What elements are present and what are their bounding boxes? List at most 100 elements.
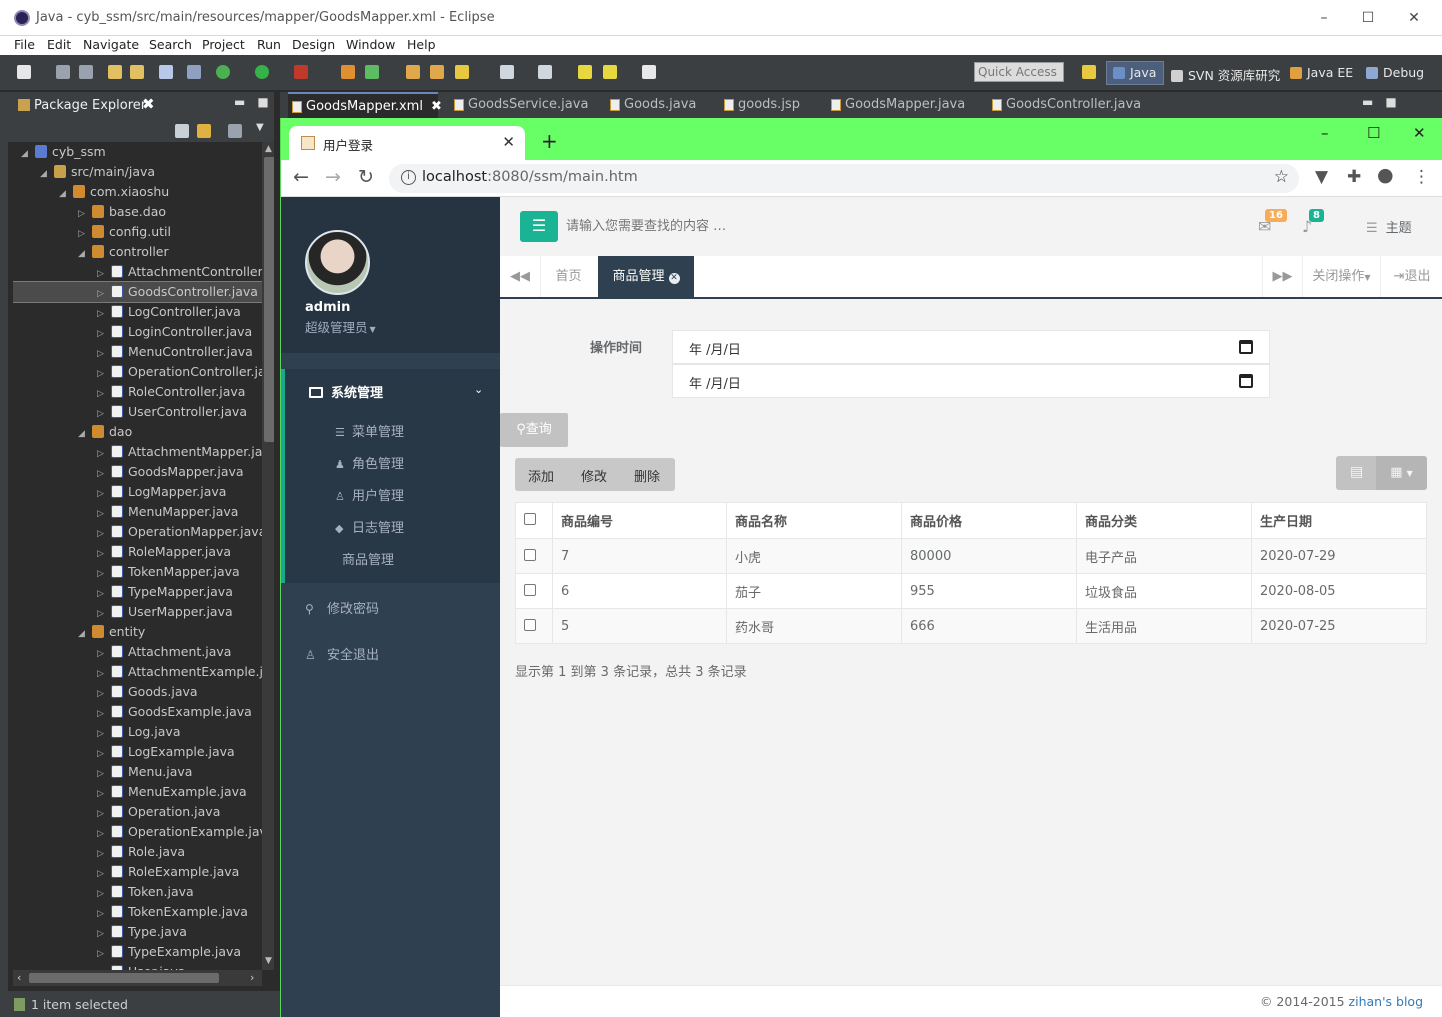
scroll-right-icon[interactable]: ›	[250, 971, 254, 984]
menu-design[interactable]: Design	[292, 37, 335, 52]
row-checkbox[interactable]	[524, 583, 536, 596]
nav-safe-logout[interactable]: ♙ 安全退出	[305, 644, 379, 663]
open-perspective-icon[interactable]	[1082, 65, 1096, 79]
extensions-icon[interactable]: ✚	[1347, 167, 1361, 187]
column-header[interactable]: 商品分类	[1076, 502, 1252, 539]
menu-help[interactable]: Help	[407, 37, 436, 52]
close-circle-icon[interactable]: ✕	[668, 273, 680, 284]
menu-window[interactable]: Window	[346, 37, 395, 52]
tree-item[interactable]: ▷ Type.java	[13, 922, 262, 942]
collapsed-twisty-icon[interactable]: ▷	[97, 444, 107, 464]
tree-item[interactable]: ▷ LoginController.java	[13, 322, 262, 342]
tree-item[interactable]: ▷ User.java	[13, 962, 262, 970]
open-task-icon[interactable]	[430, 65, 444, 79]
address-bar[interactable]: i localhost:8080/ssm/main.htm ☆	[389, 164, 1299, 193]
close-tab-icon[interactable]: ✕	[502, 133, 515, 151]
table-row[interactable]: 7 小虎 80000 电子产品 2020-07-29	[515, 538, 1427, 574]
collapsed-twisty-icon[interactable]: ▷	[97, 824, 107, 844]
last-edit-icon[interactable]	[538, 65, 552, 79]
new-tab-icon[interactable]: +	[541, 129, 558, 153]
site-info-icon[interactable]: i	[401, 170, 416, 185]
author-link[interactable]: zihan's blog	[1349, 994, 1423, 1009]
collapsed-twisty-icon[interactable]: ▷	[97, 804, 107, 824]
collapsed-twisty-icon[interactable]: ▷	[97, 604, 107, 624]
edit-button[interactable]: 修改	[581, 466, 607, 485]
tree-item[interactable]: ▷ TokenExample.java	[13, 902, 262, 922]
select-all-checkbox[interactable]	[524, 513, 536, 525]
tree-item[interactable]: ▷ RoleMapper.java	[13, 542, 262, 562]
nav-role-management[interactable]: ♟ 角色管理	[335, 453, 404, 472]
expanded-twisty-icon[interactable]: ◢	[78, 424, 88, 444]
editor-minmax-icon[interactable]: ▬■	[1362, 95, 1409, 109]
open-folder-icon[interactable]	[406, 65, 420, 79]
menu-toggle-button[interactable]: ☰	[520, 211, 558, 242]
collapsed-twisty-icon[interactable]: ▷	[97, 784, 107, 804]
date-end-input[interactable]: 年 /月/日	[672, 364, 1270, 398]
tabs-scroll-left-icon[interactable]: ◀◀	[500, 256, 540, 297]
collapsed-twisty-icon[interactable]: ▷	[78, 224, 88, 244]
save-icon[interactable]	[56, 65, 70, 79]
tree-item[interactable]: ▷ GoodsExample.java	[13, 702, 262, 722]
collapsed-twisty-icon[interactable]: ▷	[78, 204, 88, 224]
tree-item[interactable]: ▷ GoodsController.java	[13, 281, 262, 304]
delete-button[interactable]: 删除	[634, 466, 660, 485]
column-header[interactable]: 商品价格	[901, 502, 1077, 539]
collapsed-twisty-icon[interactable]: ▷	[97, 304, 107, 324]
row-checkbox[interactable]	[524, 548, 536, 561]
new-package-icon[interactable]	[341, 65, 355, 79]
bookmark-star-icon[interactable]: ☆	[1274, 167, 1289, 187]
hscroll-thumb[interactable]	[29, 973, 219, 983]
row-checkbox[interactable]	[524, 618, 536, 631]
pencil-icon[interactable]	[455, 65, 469, 79]
tree-item[interactable]: ▷ Log.java	[13, 722, 262, 742]
save-all-icon[interactable]	[79, 65, 93, 79]
bell-icon[interactable]: ♪ 8	[1302, 209, 1324, 236]
tree-item[interactable]: ▷ LogExample.java	[13, 742, 262, 762]
open-type-icon[interactable]	[130, 65, 144, 79]
collapsed-twisty-icon[interactable]: ▷	[97, 324, 107, 344]
collapsed-twisty-icon[interactable]: ▷	[97, 344, 107, 364]
perspective-javaee[interactable]: Java EE	[1290, 65, 1353, 80]
link-editor-icon[interactable]	[197, 124, 211, 138]
user-role-dropdown[interactable]: 超级管理员 ▼	[305, 317, 376, 336]
expanded-twisty-icon[interactable]: ◢	[40, 164, 50, 184]
skip-breakpoints-icon[interactable]	[187, 65, 201, 79]
perspective-svn[interactable]: SVN 资源库研究	[1171, 65, 1280, 84]
collapsed-twisty-icon[interactable]: ▷	[97, 924, 107, 944]
collapsed-twisty-icon[interactable]: ▷	[97, 644, 107, 664]
tab-home[interactable]: 首页	[540, 256, 596, 297]
tab-goods-jsp[interactable]: goods.jsp	[720, 92, 800, 118]
column-header[interactable]: 商品名称	[726, 502, 902, 539]
search-input[interactable]	[566, 215, 866, 237]
collapsed-twisty-icon[interactable]: ▷	[97, 364, 107, 384]
mail-icon[interactable]: ✉ 16	[1258, 209, 1287, 236]
tree-item[interactable]: ◢ src/main/java	[13, 162, 262, 182]
tab-goodsmapper-java[interactable]: GoodsMapper.java	[827, 92, 965, 118]
menu-run[interactable]: Run	[257, 37, 281, 52]
collapse-all-icon[interactable]	[175, 124, 189, 138]
tree-item[interactable]: ▷ MenuController.java	[13, 342, 262, 362]
tree-item[interactable]: ▷ MenuExample.java	[13, 782, 262, 802]
browser-close-icon[interactable]: ✕	[1413, 124, 1426, 142]
tree-item[interactable]: ▷ AttachmentController.java	[13, 262, 262, 282]
tree-item[interactable]: ▷ Operation.java	[13, 802, 262, 822]
collapsed-twisty-icon[interactable]: ▷	[97, 764, 107, 784]
close-icon[interactable]: ✖	[431, 99, 442, 114]
tabs-scroll-right-icon[interactable]: ▶▶	[1262, 256, 1302, 297]
tab-logout[interactable]: ⇥退出	[1380, 256, 1442, 297]
back-icon[interactable]	[603, 65, 617, 79]
nav-system-management[interactable]: 系统管理	[309, 382, 383, 401]
debug-icon[interactable]	[216, 65, 230, 79]
forward-icon[interactable]	[642, 65, 656, 79]
console-icon[interactable]	[159, 65, 173, 79]
browser-minimize-icon[interactable]: –	[1321, 124, 1329, 142]
column-header[interactable]: 生产日期	[1251, 502, 1427, 539]
filter-icon[interactable]	[228, 124, 242, 138]
menu-navigate[interactable]: Navigate	[83, 37, 139, 52]
nav-goods-management[interactable]: 商品管理	[342, 549, 394, 568]
collapsed-twisty-icon[interactable]: ▷	[97, 504, 107, 524]
collapsed-twisty-icon[interactable]: ▷	[97, 884, 107, 904]
collapsed-twisty-icon[interactable]: ▷	[97, 284, 107, 304]
nav-change-password[interactable]: ⚲ 修改密码	[305, 598, 379, 617]
tree-item[interactable]: ◢ entity	[13, 622, 262, 642]
